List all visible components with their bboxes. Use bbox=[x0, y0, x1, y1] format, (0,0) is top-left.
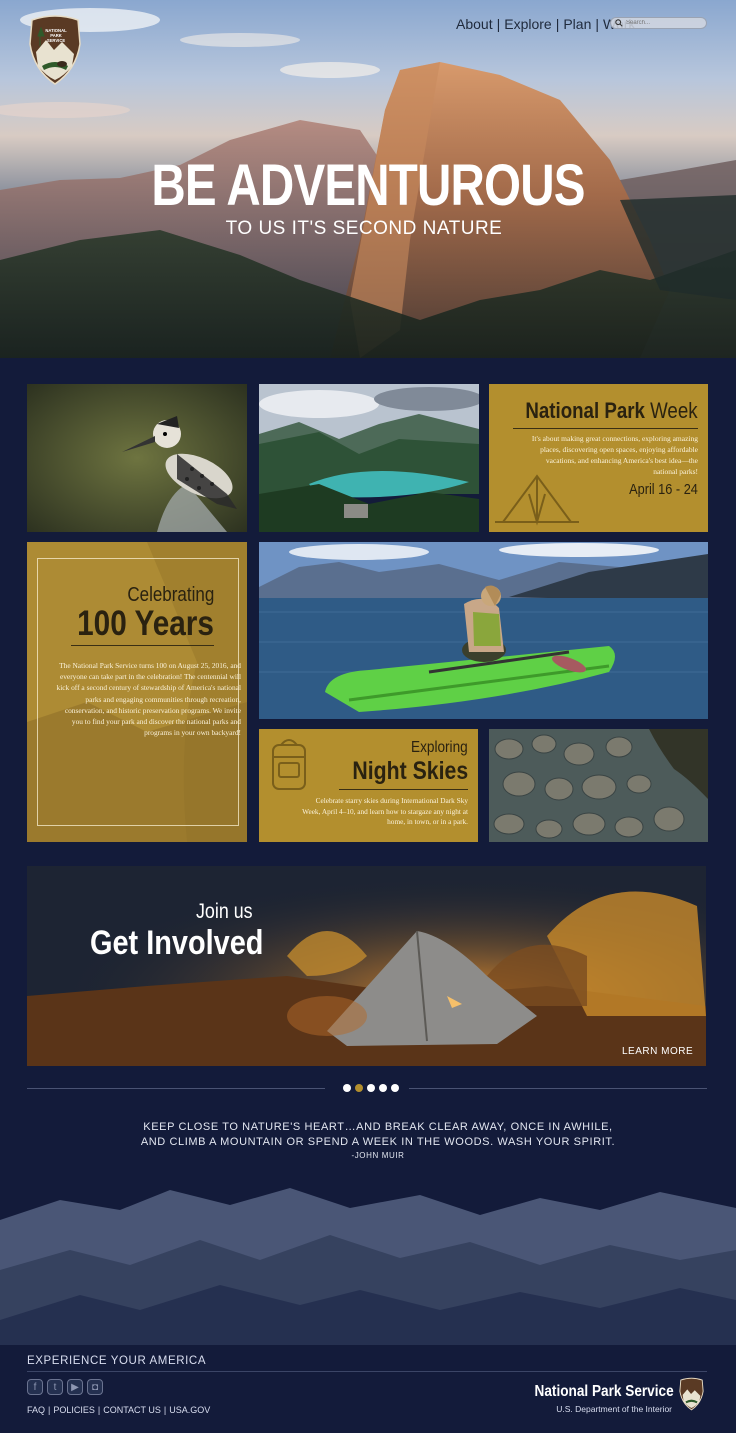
river-rocks-image bbox=[489, 729, 708, 842]
npw-date: April 16 - 24 bbox=[629, 481, 698, 498]
john-muir-quote: KEEP CLOSE TO NATURE'S HEART…AND BREAK C… bbox=[140, 1121, 616, 1148]
twitter-icon[interactable]: t bbox=[47, 1379, 63, 1395]
night-skies-label: Exploring bbox=[411, 739, 468, 756]
night-skies-card[interactable]: Exploring Night Skies Celebrate starry s… bbox=[259, 729, 478, 842]
kayaker-lake-image bbox=[259, 542, 708, 719]
main-nav: About|Explore|Plan|Work bbox=[456, 16, 635, 32]
carousel-dot-3[interactable] bbox=[367, 1084, 375, 1092]
national-park-week-card[interactable]: National Park Week It's about making gre… bbox=[489, 384, 708, 532]
footer-org-name: National Park Service bbox=[534, 1383, 674, 1400]
divider-line bbox=[513, 428, 698, 429]
npw-description: It's about making great connections, exp… bbox=[531, 434, 698, 476]
get-involved-label: Join us bbox=[196, 900, 253, 923]
mountain-lake-image bbox=[259, 384, 479, 532]
carousel-dot-5[interactable] bbox=[391, 1084, 399, 1092]
celebrating-100-years-card[interactable]: Celebrating 100 Years The National Park … bbox=[27, 542, 247, 842]
carousel-dot-4[interactable] bbox=[379, 1084, 387, 1092]
svg-text:SERVICE: SERVICE bbox=[47, 38, 66, 43]
footer-link-faq[interactable]: FAQ bbox=[27, 1405, 45, 1415]
facebook-icon[interactable]: f bbox=[27, 1379, 43, 1395]
npw-title: National Park Week bbox=[525, 398, 698, 423]
night-skies-description: Celebrate starry skies during Internatio… bbox=[302, 796, 468, 826]
nav-about[interactable]: About bbox=[456, 16, 493, 32]
footer-link-usagov[interactable]: USA.GOV bbox=[169, 1405, 210, 1415]
lake-photo-tile[interactable] bbox=[259, 384, 479, 532]
youtube-icon[interactable]: ▶ bbox=[67, 1379, 83, 1395]
divider-right bbox=[409, 1088, 707, 1089]
nps-arrowhead-logo[interactable]: NATIONAL PARK SERVICE bbox=[26, 14, 84, 86]
bird-photo-tile[interactable] bbox=[27, 384, 247, 532]
nps-arrowhead-logo[interactable] bbox=[678, 1376, 705, 1412]
carousel-dot-2[interactable] bbox=[355, 1084, 363, 1092]
divider-left bbox=[27, 1088, 325, 1089]
kingfisher-bird-image bbox=[27, 384, 247, 532]
footer-link-policies[interactable]: POLICIES bbox=[53, 1405, 95, 1415]
kayak-photo-tile[interactable] bbox=[259, 542, 708, 719]
hero-banner: NATIONAL PARK SERVICE About | Explore | Plan… bbox=[0, 0, 736, 358]
celebrating-description: The National Park Service turns 100 on A… bbox=[56, 661, 241, 738]
camping-tent-image bbox=[27, 866, 706, 1066]
get-involved-banner[interactable] bbox=[27, 866, 706, 1066]
night-skies-title: Night Skies bbox=[352, 757, 468, 785]
footer-links: FAQ | POLICIES | CONTACT US | USA.GOV bbox=[27, 1405, 211, 1415]
carousel-dot-1[interactable] bbox=[343, 1084, 351, 1092]
get-involved-title: Get Involved bbox=[90, 924, 264, 962]
learn-more-link[interactable]: LEARN MORE bbox=[622, 1046, 693, 1057]
hero-title: BE ADVENTUROUS bbox=[151, 153, 585, 218]
search-box bbox=[610, 17, 707, 29]
nav-plan[interactable]: Plan bbox=[563, 16, 591, 32]
divider-line bbox=[339, 789, 468, 790]
search-input[interactable] bbox=[626, 20, 706, 26]
celebrating-title: 100 Years bbox=[77, 604, 214, 643]
nav-explore[interactable]: Explore bbox=[504, 16, 551, 32]
search-icon[interactable] bbox=[615, 19, 623, 27]
river-rocks-photo-tile[interactable] bbox=[489, 729, 708, 842]
instagram-icon[interactable]: ◘ bbox=[87, 1379, 103, 1395]
footer-link-contact[interactable]: CONTACT US bbox=[103, 1405, 161, 1415]
hero-subtitle: TO US IT'S SECOND NATURE bbox=[225, 218, 503, 239]
footer-tagline: EXPERIENCE YOUR AMERICA bbox=[27, 1355, 207, 1367]
footer-department: U.S. Department of the Interior bbox=[556, 1404, 672, 1414]
quote-author: -JOHN MUIR bbox=[351, 1151, 405, 1160]
footer-divider bbox=[27, 1371, 707, 1372]
divider-line bbox=[71, 645, 214, 646]
